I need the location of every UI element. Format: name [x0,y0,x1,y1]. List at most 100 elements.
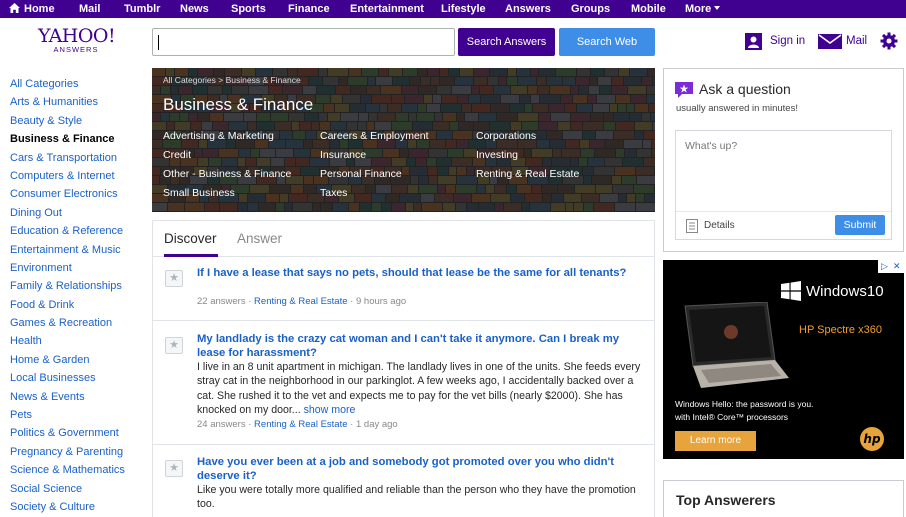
tab-discover[interactable]: Discover [164,231,217,246]
nav-finance[interactable]: Finance [288,0,330,18]
subcategory-link[interactable]: Careers & Employment [320,130,429,142]
hp-logo-text: hp [863,432,881,446]
sidebar-category-item[interactable]: Social Science [10,480,145,498]
question-textarea[interactable]: What's up? Details Submit [675,130,892,240]
sidebar-category-item[interactable]: Health [10,332,145,350]
nav-mail[interactable]: Mail [79,0,100,18]
question-meta: 24 answers · Renting & Real Estate · 1 d… [197,419,398,430]
close-icon: ✕ [893,261,901,271]
nav-groups[interactable]: Groups [571,0,610,18]
question-item: ★ If I have a lease that says no pets, s… [153,258,654,321]
follow-star-button[interactable]: ★ [165,460,183,477]
user-icon [745,32,762,50]
question-time: 9 hours ago [355,296,407,307]
question-title[interactable]: My landlady is the crazy cat woman and I… [197,332,642,360]
logo-sub: ANSWERS [53,45,99,54]
sidebar-category-item[interactable]: Dining Out [10,204,145,222]
nav-sports[interactable]: Sports [231,0,266,18]
learn-more-button[interactable]: Learn more [675,431,756,451]
yahoo-answers-logo[interactable]: YAHOO! ANSWERS [38,25,116,54]
nav-mobile[interactable]: Mobile [631,0,666,18]
question-time: 1 day ago [355,419,398,430]
sign-in-label: Sign in [770,35,806,47]
ad-product-name: HP Spectre x360 [799,324,882,336]
nav-lifestyle[interactable]: Lifestyle [441,0,486,18]
sidebar-category-item[interactable]: Society & Culture [10,498,145,516]
ask-question-icon [675,82,693,98]
windows-logo-icon [781,281,801,301]
sidebar-category-item[interactable]: Home & Garden [10,351,145,369]
details-label[interactable]: Details [704,220,735,231]
advertisement[interactable]: ▷ ✕ Windows10 HP Spectre x360 Windows He… [663,260,904,459]
subcategory-link[interactable]: Renting & Real Estate [476,168,579,180]
question-placeholder: What's up? [685,140,738,152]
sidebar-category-item[interactable]: Education & Reference [10,222,145,240]
follow-star-button[interactable]: ★ [165,270,183,287]
question-title[interactable]: Have you ever been at a job and somebody… [197,455,642,483]
sidebar-category-item[interactable]: Pets [10,406,145,424]
subcategory-link[interactable]: Taxes [320,187,347,199]
feed-tabs: Discover Answer [153,221,654,257]
question-category-link[interactable]: Renting & Real Estate [254,296,347,307]
sidebar-category-item[interactable]: Food & Drink [10,296,145,314]
breadcrumb[interactable]: All Categories > Business & Finance [163,75,301,85]
tab-answer[interactable]: Answer [237,231,282,246]
star-icon: ★ [169,272,179,284]
ad-choices-badge[interactable]: ▷ ✕ [878,260,904,273]
nav-home[interactable]: Home [9,0,55,18]
nav-tumblr[interactable]: Tumblr [124,0,160,18]
sidebar-category-item[interactable]: Family & Relationships [10,277,145,295]
active-tab-indicator [164,254,218,257]
subcategory-link[interactable]: Insurance [320,149,366,161]
sidebar-category-item[interactable]: Entertainment & Music [10,241,145,259]
sidebar-category-item[interactable]: Cars & Transportation [10,149,145,167]
question-title[interactable]: If I have a lease that says no pets, sho… [197,266,642,280]
subcategory-link[interactable]: Corporations [476,130,536,142]
sidebar-category-item[interactable]: Environment [10,259,145,277]
ask-question-panel: Ask a question usually answered in minut… [663,68,904,252]
gear-icon[interactable] [880,32,898,50]
subcategory-link[interactable]: Other - Business & Finance [163,168,291,180]
subcategory-link[interactable]: Personal Finance [320,168,402,180]
sidebar-category-item[interactable]: Consumer Electronics [10,185,145,203]
nav-answers[interactable]: Answers [505,0,551,18]
sidebar-category-item[interactable]: Politics & Government [10,424,145,442]
logo-brand: YAHOO! [38,25,116,47]
details-icon[interactable] [686,219,698,233]
subcategory-link[interactable]: Small Business [163,187,235,199]
question-body: I live in an 8 unit apartment in michiga… [197,360,642,417]
nav-more-label: More [685,3,712,15]
sidebar-category-item[interactable]: Science & Mathematics [10,461,145,479]
ad-tagline-line1: Windows Hello: the password is you. [675,399,814,409]
nav-more[interactable]: More [685,0,721,18]
sidebar-category-item[interactable]: Arts & Humanities [10,93,145,111]
sidebar-category-item[interactable]: Local Businesses [10,369,145,387]
question-category-link[interactable]: Renting & Real Estate [254,419,347,430]
hp-logo-icon: hp [860,427,884,451]
follow-star-button[interactable]: ★ [165,337,183,354]
question-meta: 22 answers · Renting & Real Estate · 9 h… [197,296,407,307]
nav-entertainment[interactable]: Entertainment [350,0,424,18]
sidebar-category-item[interactable]: Computers & Internet [10,167,145,185]
subcategory-link[interactable]: Investing [476,149,518,161]
category-banner: All Categories > Business & Finance Busi… [152,68,655,212]
search-input[interactable] [152,28,455,56]
submit-button[interactable]: Submit [835,215,885,235]
sign-in-link[interactable]: Sign in [745,32,805,50]
star-icon: ★ [169,339,179,351]
sidebar-category-item[interactable]: News & Events [10,388,145,406]
laptop-image [684,302,789,388]
subcategory-link[interactable]: Advertising & Marketing [163,130,274,142]
top-answerers-title: Top Answerers [676,492,776,508]
sidebar-category-item[interactable]: Beauty & Style [10,112,145,130]
mail-link[interactable]: Mail [818,32,867,50]
sidebar-category-item[interactable]: Business & Finance [10,130,145,148]
sidebar-category-item[interactable]: Games & Recreation [10,314,145,332]
subcategory-link[interactable]: Credit [163,149,191,161]
search-web-button[interactable]: Search Web [559,28,655,56]
sidebar-category-item[interactable]: All Categories [10,75,145,93]
show-more-link[interactable]: show more [304,404,356,416]
nav-news[interactable]: News [180,0,209,18]
search-answers-button[interactable]: Search Answers [458,28,555,56]
sidebar-category-item[interactable]: Pregnancy & Parenting [10,443,145,461]
